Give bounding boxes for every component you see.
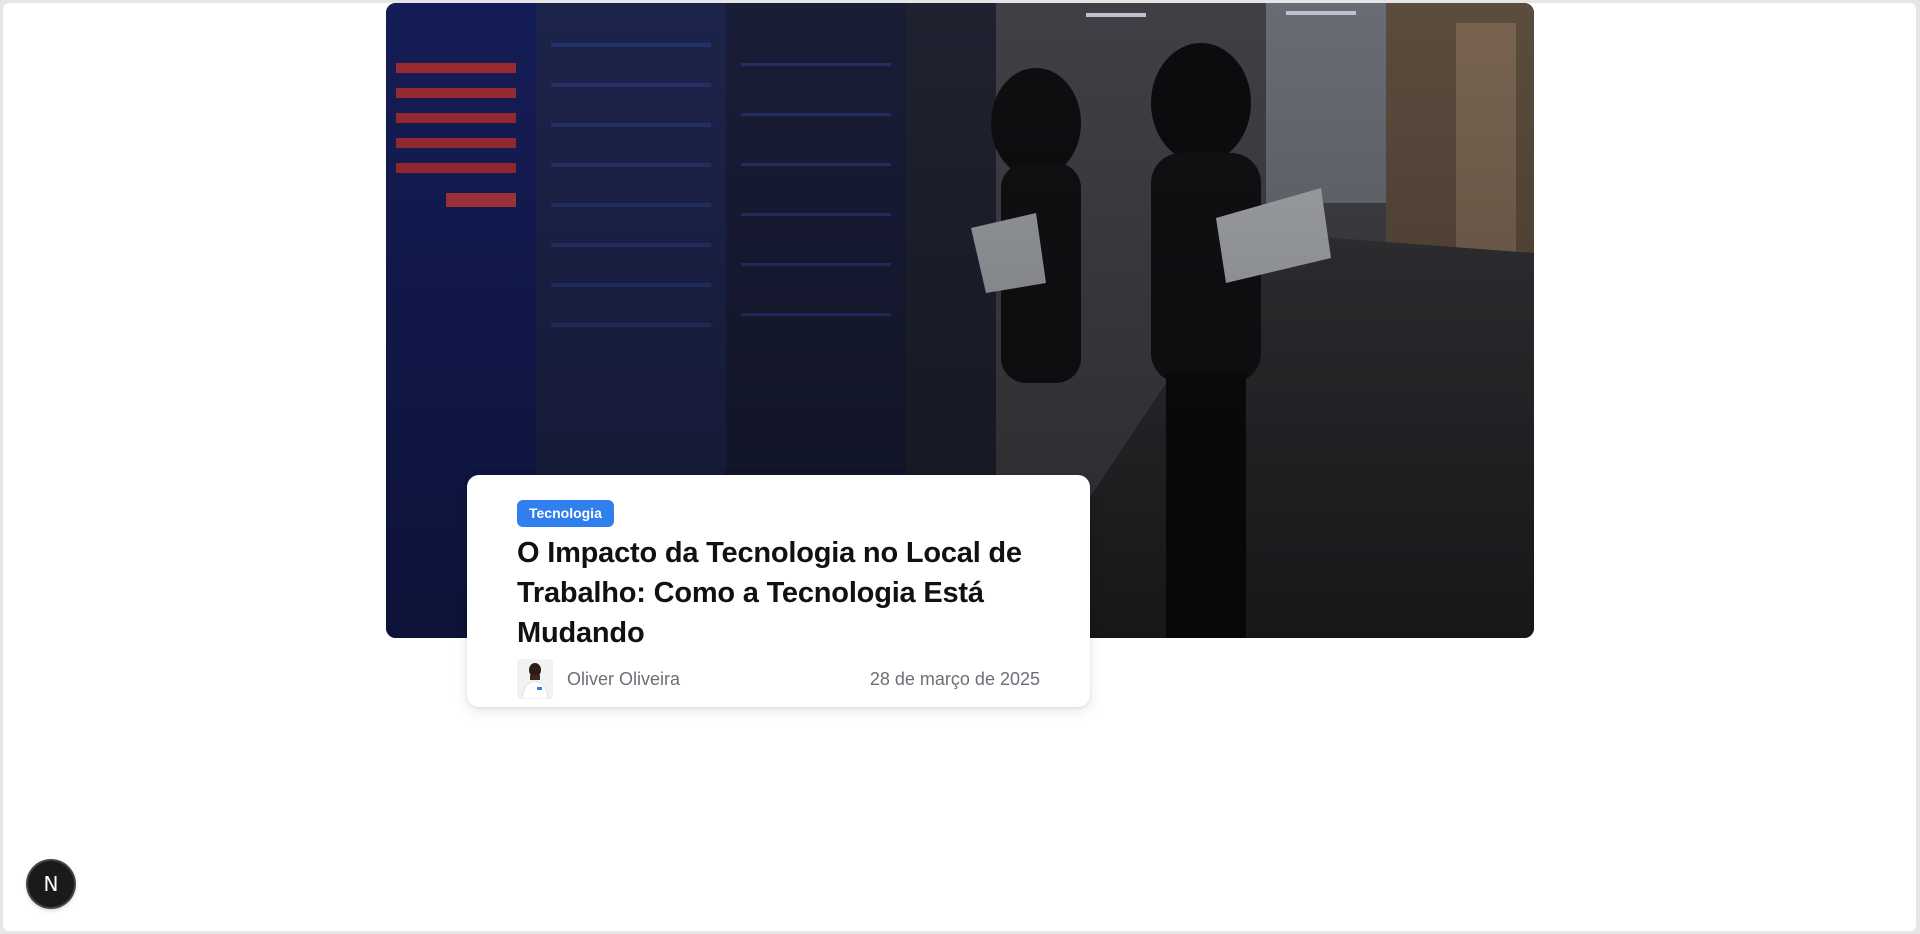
publish-date: 28 de março de 2025 [869, 668, 1040, 689]
person-icon [517, 659, 553, 699]
article-card[interactable]: Tecnologia O Impacto da Tecnologia no Lo… [467, 475, 1090, 707]
nextjs-logo-icon: N [43, 872, 59, 896]
author-name[interactable]: Oliver Oliveira [567, 669, 680, 690]
article-title[interactable]: O Impacto da Tecnologia no Local de Trab… [517, 533, 1040, 653]
author-info: Oliver Oliveira [517, 659, 680, 699]
nextjs-dev-button[interactable]: N [28, 861, 74, 907]
author-avatar [517, 659, 553, 699]
category-badge[interactable]: Tecnologia [517, 500, 614, 527]
article-meta: Oliver Oliveira 28 de março de 2025 [517, 659, 1040, 699]
